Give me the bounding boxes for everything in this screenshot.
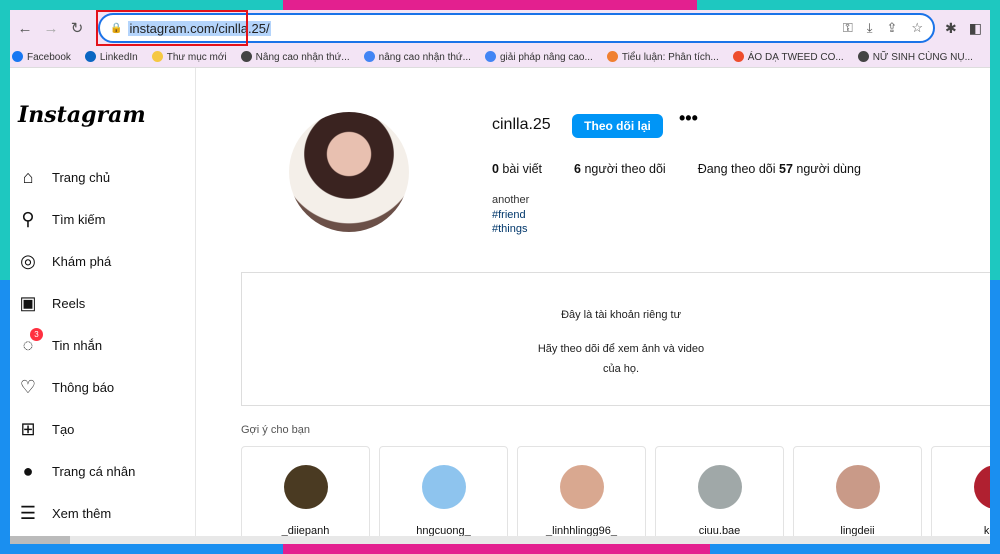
- bookmark-icon: [484, 50, 496, 62]
- sidebar-item[interactable]: ☰ Xem thêm: [10, 492, 195, 534]
- suggestion-card[interactable]: _diiepanhDiệp Anhh: [241, 446, 370, 544]
- sidebar-item-label: Tin nhắn: [52, 337, 103, 353]
- horizontal-scrollbar[interactable]: [10, 536, 990, 544]
- sidebar-item-label: Trang chủ: [52, 169, 111, 185]
- suggestion-card[interactable]: hngcuong_cường: [379, 446, 508, 544]
- private-text: Hãy theo dõi để xem ảnh và video: [537, 343, 705, 355]
- extensions-icon[interactable]: ✱: [945, 20, 957, 37]
- sidebar-item[interactable]: ⊞ Tạo: [10, 408, 195, 450]
- browser-toolbar: ← → ↻ 🔒 instagram.com/cinlla.25/ ⚿ ⤓ ⇪ ☆ ✱ ◧: [10, 10, 990, 46]
- private-text: của họ.: [602, 363, 640, 375]
- suggestions-title: Gợi ý cho bạn: [241, 424, 310, 436]
- bookmark-item[interactable]: Nâng cao nhận thứ...: [240, 50, 350, 63]
- sidebar-item[interactable]: ♡ Thông báo: [10, 366, 195, 408]
- star-icon[interactable]: ☆: [911, 20, 923, 36]
- bookmark-icon: [151, 50, 163, 62]
- address-bar[interactable]: 🔒 instagram.com/cinlla.25/ ⚿ ⤓ ⇪ ☆: [96, 10, 936, 46]
- plus-icon: ⊞: [20, 418, 36, 439]
- bookmark-item[interactable]: LinkedIn: [84, 50, 138, 63]
- sidebar-item[interactable]: ● Trang cá nhân: [10, 450, 195, 492]
- sidepanel-icon[interactable]: ◧: [969, 20, 982, 37]
- reload-icon[interactable]: ↻: [66, 19, 88, 37]
- bookmark-icon: [606, 50, 618, 62]
- hashtag-link[interactable]: #friend: [492, 208, 529, 223]
- avatar-icon: ●: [22, 460, 34, 481]
- followers-count[interactable]: 6 người theo dõi: [574, 162, 666, 176]
- suggestion-avatar[interactable]: [973, 465, 990, 509]
- sidebar-item-label: Tạo: [52, 421, 75, 437]
- profile-username: cinlla.25: [492, 116, 551, 133]
- profile-bio: another #friend #things: [492, 193, 529, 237]
- back-icon[interactable]: ←: [14, 20, 36, 37]
- follow-back-button[interactable]: Theo dõi lại: [572, 114, 663, 138]
- suggestion-card[interactable]: ciuu.baeHuyền Ciu: [655, 446, 784, 544]
- bookmark-icon: [12, 50, 23, 62]
- bookmark-item[interactable]: ÁO DẠ TWEED CO...: [732, 50, 844, 63]
- sidebar-item[interactable]: ▣ Reels: [10, 282, 195, 324]
- suggestion-avatar[interactable]: [835, 465, 880, 509]
- bookmark-item[interactable]: giải pháp nâng cao...: [484, 50, 593, 63]
- bookmark-icon: [363, 50, 375, 62]
- suggestion-avatar[interactable]: [421, 465, 466, 509]
- sidebar-item[interactable]: ⌂ Trang chủ: [10, 156, 195, 198]
- browser-window: ← → ↻ 🔒 instagram.com/cinlla.25/ ⚿ ⤓ ⇪ ☆ ✱ ◧…: [10, 10, 990, 544]
- sidebar-item-label: Tìm kiếm: [52, 211, 106, 227]
- suggestion-avatar[interactable]: [559, 465, 604, 509]
- sidebar-item-label: Xem thêm: [52, 505, 112, 521]
- compass-icon: ◎: [20, 250, 36, 271]
- bookmark-item[interactable]: nâng cao nhận thứ...: [363, 50, 471, 63]
- menu-icon: ☰: [19, 502, 37, 523]
- sidebar-item[interactable]: ◌ 3 Tin nhắn: [10, 324, 195, 366]
- bookmarks-bar: Facebook LinkedIn Thư mục mới Nâng cao nhận…: [10, 46, 990, 68]
- bio-line: another: [492, 194, 530, 206]
- instagram-logo[interactable]: Instagram: [18, 102, 195, 128]
- sidebar-item-label: Thông báo: [52, 379, 115, 395]
- heart-icon: ♡: [19, 376, 37, 397]
- search-icon: ⚲: [21, 208, 35, 229]
- more-options-icon[interactable]: •••: [679, 108, 698, 129]
- sidebar-item-label: Khám phá: [52, 253, 112, 269]
- sidebar: Instagram ⌂ Trang chủ ⚲ Tìm kiếm ◎ Khám phá ▣ R…: [10, 68, 196, 544]
- suggestions-list: _diiepanhDiệp Anhhhngcuong_cường_linhhli…: [241, 446, 990, 544]
- decor-bar: [283, 0, 697, 10]
- sidebar-item-label: Trang cá nhân: [52, 463, 136, 479]
- private-title: Đây là tài khoản riêng tư: [561, 309, 681, 321]
- bookmark-item[interactable]: Thư mục mới: [151, 50, 227, 63]
- forward-icon[interactable]: →: [40, 20, 62, 37]
- bookmark-icon: [732, 50, 744, 62]
- sidebar-item[interactable]: ⚲ Tìm kiếm: [10, 198, 195, 240]
- bookmark-item[interactable]: Tiểu luận: Phân tích...: [606, 50, 719, 63]
- bookmark-icon: [84, 50, 96, 62]
- bookmark-item[interactable]: Facebook: [12, 50, 71, 63]
- home-icon: ⌂: [22, 166, 34, 187]
- posts-count: 0 bài viết: [492, 162, 543, 176]
- decor-bar: [283, 544, 710, 554]
- suggestion-avatar[interactable]: [697, 465, 742, 509]
- bookmark-item[interactable]: NỮ SINH CÙNG NỤ...: [857, 50, 973, 63]
- suggestion-avatar[interactable]: [283, 465, 328, 509]
- following-count[interactable]: Đang theo dõi 57 người dùng: [698, 162, 861, 176]
- private-account-notice: Đây là tài khoản riêng tư Hãy theo dõi đ…: [241, 272, 990, 406]
- suggestion-card[interactable]: lingdeiiKhánh Linh: [793, 446, 922, 544]
- sidebar-item-label: Reels: [52, 295, 86, 311]
- profile-stats: 0 bài viết 6 người theo dõi Đang theo dõ…: [492, 162, 861, 176]
- sidebar-item[interactable]: ◎ Khám phá: [10, 240, 195, 282]
- install-icon[interactable]: ⤓: [867, 20, 873, 36]
- profile-avatar: [289, 112, 409, 232]
- hashtag-link[interactable]: #things: [492, 222, 529, 237]
- bookmark-icon: [857, 50, 869, 62]
- bookmark-icon: [240, 50, 252, 62]
- key-icon[interactable]: ⚿: [843, 20, 853, 36]
- reels-icon: ▣: [19, 292, 37, 313]
- share-icon[interactable]: ⇪: [886, 20, 897, 36]
- suggestion-card[interactable]: koko: [931, 446, 990, 544]
- notification-badge: 3: [30, 328, 43, 341]
- suggestion-card[interactable]: _linhhlingg96_Linhh Lingg: [517, 446, 646, 544]
- highlight-box: [96, 10, 248, 46]
- profile-main: cinlla.25 Theo dõi lại ••• 0 bài viết 6 …: [197, 68, 990, 544]
